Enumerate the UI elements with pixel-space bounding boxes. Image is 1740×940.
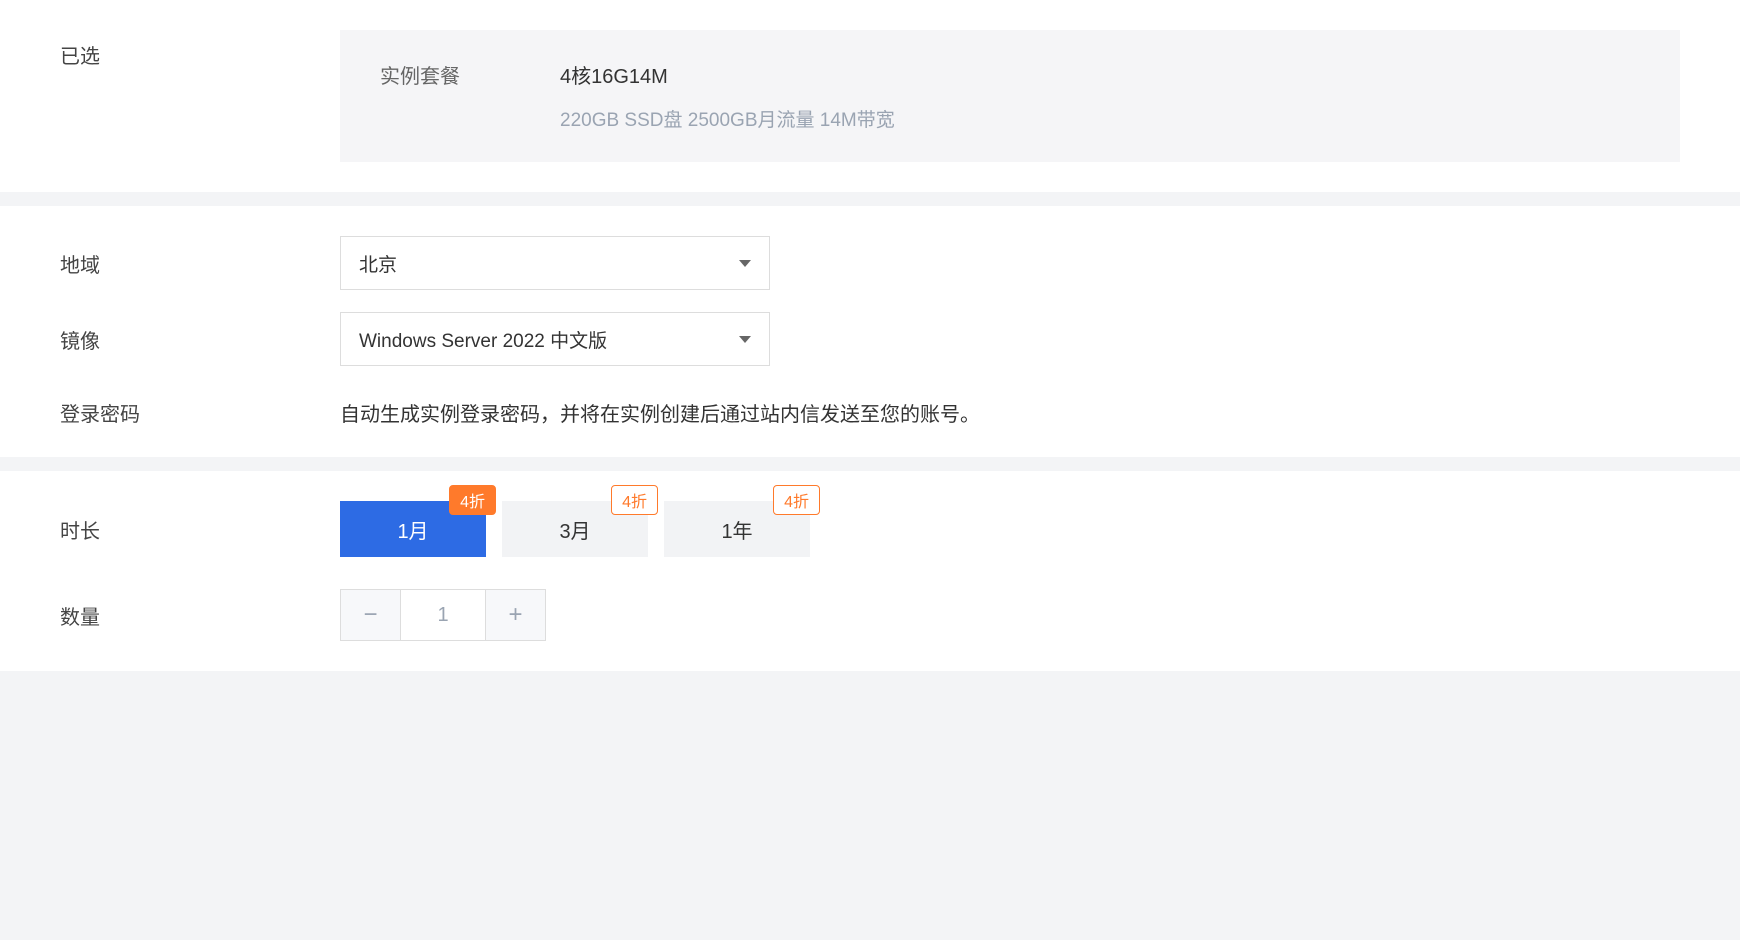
panel-duration-qty: 时长 1月 4折 3月 4折 1年 4折 数量 − <box>0 471 1740 671</box>
duration-option-3m[interactable]: 3月 4折 <box>502 501 648 557</box>
label-image: 镜像 <box>60 325 340 354</box>
discount-badge: 4折 <box>449 485 496 515</box>
duration-option-label: 1月 <box>397 515 428 544</box>
password-desc: 自动生成实例登录密码，并将在实例创建后通过站内信发送至您的账号。 <box>340 388 1680 427</box>
discount-badge: 4折 <box>611 485 658 515</box>
duration-option-1m[interactable]: 1月 4折 <box>340 501 486 557</box>
selected-summary: 实例套餐 4核16G14M 220GB SSD盘 2500GB月流量 14M带宽 <box>340 30 1680 162</box>
label-duration: 时长 <box>60 515 340 544</box>
selected-value: 4核16G14M <box>560 60 895 89</box>
image-select[interactable]: Windows Server 2022 中文版 <box>340 312 770 366</box>
duration-options: 1月 4折 3月 4折 1年 4折 <box>340 501 1680 557</box>
quantity-value: 1 <box>401 590 485 640</box>
chevron-down-icon <box>739 260 751 267</box>
decrement-button[interactable]: − <box>341 590 401 640</box>
increment-button[interactable]: + <box>485 590 545 640</box>
discount-badge: 4折 <box>773 485 820 515</box>
selected-key: 实例套餐 <box>380 60 460 132</box>
label-region: 地域 <box>60 249 340 278</box>
selected-sub: 220GB SSD盘 2500GB月流量 14M带宽 <box>560 105 895 132</box>
label-password: 登录密码 <box>60 388 340 427</box>
duration-option-label: 3月 <box>559 515 590 544</box>
region-select[interactable]: 北京 <box>340 236 770 290</box>
duration-option-1y[interactable]: 1年 4折 <box>664 501 810 557</box>
panel-config: 地域 北京 镜像 Windows Server 2022 中文版 登录密码 自动… <box>0 206 1740 457</box>
duration-option-label: 1年 <box>721 515 752 544</box>
quantity-stepper: − 1 + <box>340 589 546 641</box>
chevron-down-icon <box>739 336 751 343</box>
image-value: Windows Server 2022 中文版 <box>359 326 607 353</box>
panel-selected: 已选 实例套餐 4核16G14M 220GB SSD盘 2500GB月流量 14… <box>0 0 1740 192</box>
label-selected: 已选 <box>60 30 340 69</box>
label-quantity: 数量 <box>60 601 340 630</box>
region-value: 北京 <box>359 250 397 277</box>
